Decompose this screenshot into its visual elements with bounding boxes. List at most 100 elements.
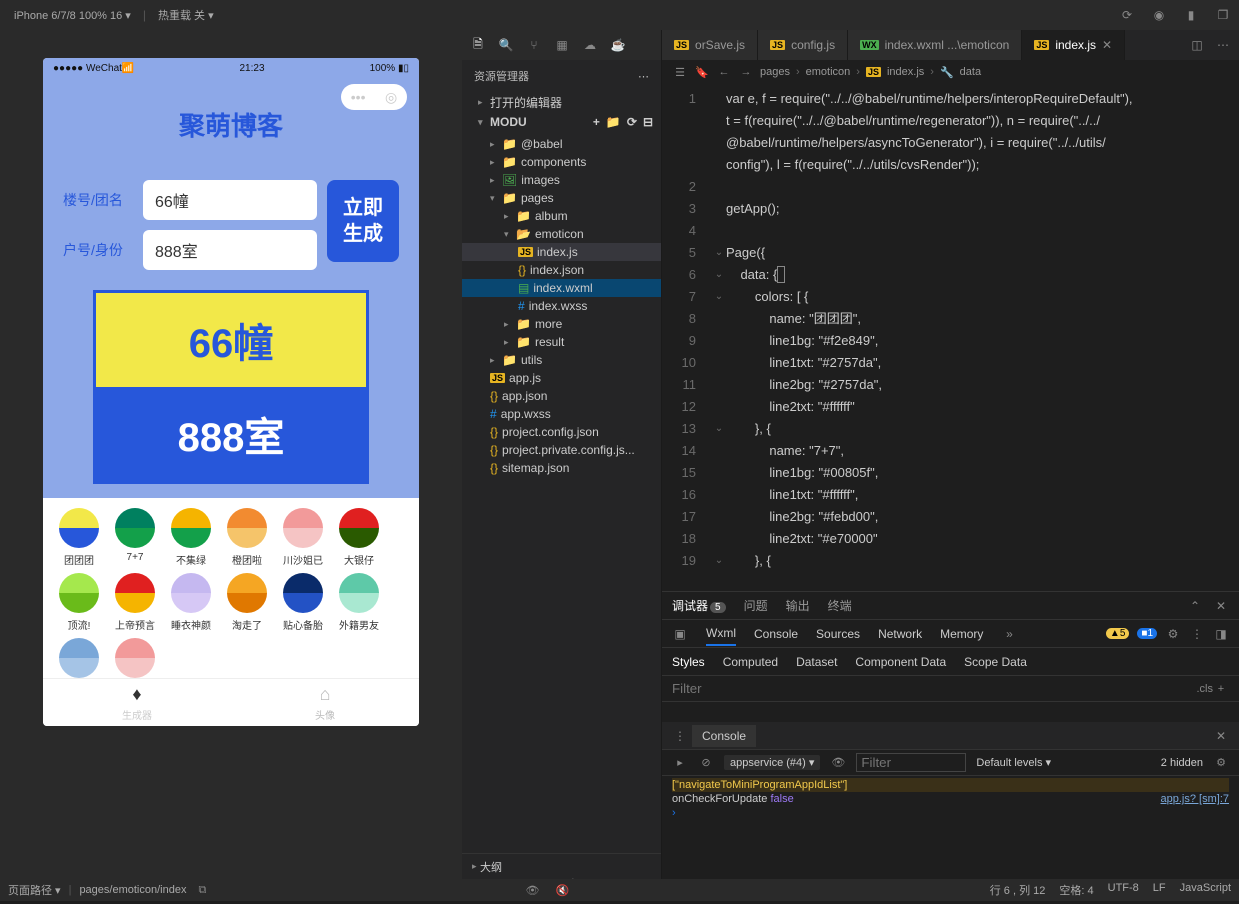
editor-tab[interactable]: JSconfig.js — [758, 30, 848, 60]
console-source-link[interactable]: app.js? [sm]:7 — [1161, 793, 1229, 805]
devtool-console[interactable]: Console — [754, 623, 798, 645]
tab-debugger[interactable]: 调试器5 — [672, 597, 726, 614]
devtool-network[interactable]: Network — [878, 623, 922, 645]
folder-images[interactable]: ▸🖼images — [462, 171, 661, 189]
refresh-icon[interactable]: ⟳ — [1119, 7, 1135, 23]
language-mode[interactable]: JavaScript — [1180, 882, 1231, 898]
device-selector[interactable]: iPhone 6/7/8 100% 16 ▾ — [8, 7, 137, 24]
code-editor[interactable]: 1var e, f = require("../../@babel/runtim… — [662, 84, 1239, 591]
folder-album[interactable]: ▸📁album — [462, 207, 661, 225]
palette-item[interactable]: 淘走了 — [225, 573, 269, 632]
tab-problems[interactable]: 问题 — [744, 597, 768, 614]
palette-item[interactable]: 外籍男友 — [337, 573, 381, 632]
copy-icon[interactable]: ⧉ — [194, 882, 210, 898]
tab-avatar[interactable]: ⌂头像 — [231, 679, 419, 726]
more-icon[interactable]: ⋯ — [638, 70, 649, 83]
styles-styles[interactable]: Styles — [672, 655, 705, 669]
play-icon[interactable]: ▸ — [672, 755, 688, 771]
palette-item[interactable]: 团团团 — [57, 508, 101, 567]
refresh-tree-icon[interactable]: ⟳ — [627, 115, 637, 129]
file-app-wxss[interactable]: #app.wxss — [462, 405, 661, 423]
devtool-sources[interactable]: Sources — [816, 623, 860, 645]
console-filter-input[interactable] — [856, 753, 966, 772]
panel-close-icon[interactable]: ✕ — [1213, 598, 1229, 614]
editor-tab[interactable]: JSorSave.js — [662, 30, 758, 60]
palette-item[interactable]: 贴心备胎 — [281, 573, 325, 632]
target-icon[interactable]: ◎ — [385, 89, 397, 106]
styles-compdata[interactable]: Component Data — [855, 655, 946, 669]
menu-dots-icon[interactable]: ••• — [351, 89, 366, 105]
panel-up-icon[interactable]: ⌃ — [1187, 598, 1203, 614]
palette-item[interactable]: 上帝预言 — [113, 573, 157, 632]
capsule-menu[interactable]: ••• ◎ — [341, 84, 407, 110]
room-input[interactable]: 888室 — [143, 230, 317, 270]
folder-pages[interactable]: ▾📁pages — [462, 189, 661, 207]
styles-scope[interactable]: Scope Data — [964, 655, 1027, 669]
tab-more-icon[interactable]: ⋯ — [1215, 37, 1231, 53]
context-selector[interactable]: appservice (#4) ▾ — [724, 755, 820, 770]
folder-babel[interactable]: ▸📁@babel — [462, 135, 661, 153]
palette-item[interactable]: 大银仔 — [337, 508, 381, 567]
record-icon[interactable]: ◉ — [1151, 7, 1167, 23]
branch-icon[interactable]: ⑂ — [526, 37, 542, 53]
toc-icon[interactable]: ☰ — [672, 64, 688, 80]
styles-filter-input[interactable] — [672, 681, 1197, 696]
file-project-private[interactable]: {}project.private.config.js... — [462, 441, 661, 459]
eye-status-icon[interactable]: 👁 — [524, 882, 540, 898]
folder-more[interactable]: ▸📁more — [462, 315, 661, 333]
file-index-json[interactable]: {}index.json — [462, 261, 661, 279]
palette-item[interactable]: 顶流! — [57, 573, 101, 632]
collapse-icon[interactable]: ⊟ — [643, 115, 653, 129]
styles-computed[interactable]: Computed — [723, 655, 778, 669]
new-folder-icon[interactable]: 📁 — [606, 115, 621, 129]
folder-components[interactable]: ▸📁components — [462, 153, 661, 171]
eol[interactable]: LF — [1153, 882, 1166, 898]
styles-dataset[interactable]: Dataset — [796, 655, 837, 669]
palette-item[interactable]: 不集绿 — [169, 508, 213, 567]
clear-icon[interactable]: ⊘ — [698, 755, 714, 771]
mute-icon[interactable]: 🔇 — [554, 882, 570, 898]
warn-count[interactable]: ▲5 — [1106, 628, 1129, 639]
devtool-more-icon[interactable]: » — [1001, 626, 1017, 642]
folder-emoticon[interactable]: ▾📂emoticon — [462, 225, 661, 243]
file-app-json[interactable]: {}app.json — [462, 387, 661, 405]
devtool-wxml[interactable]: Wxml — [706, 622, 736, 646]
folder-utils[interactable]: ▸📁utils — [462, 351, 661, 369]
add-class-icon[interactable]: + — [1213, 681, 1229, 697]
open-editors-section[interactable]: ▸打开的编辑器 — [462, 92, 661, 113]
cls-button[interactable]: .cls — [1197, 683, 1214, 695]
bookmark-icon[interactable]: 🔖 — [694, 64, 710, 80]
search-icon[interactable]: 🔍 — [498, 37, 514, 53]
console-close-icon[interactable]: ✕ — [1213, 728, 1229, 744]
log-level-selector[interactable]: Default levels ▾ — [976, 756, 1051, 769]
info-count[interactable]: ■1 — [1137, 628, 1157, 639]
outline-section[interactable]: ▸大纲 — [462, 853, 661, 879]
console-gear-icon[interactable]: ⚙ — [1213, 755, 1229, 771]
folder-result[interactable]: ▸📁result — [462, 333, 661, 351]
phone-icon[interactable]: ▮ — [1183, 7, 1199, 23]
building-input[interactable]: 66幢 — [143, 180, 317, 220]
editor-tab[interactable]: JSindex.js✕ — [1022, 30, 1125, 60]
file-index-wxss[interactable]: #index.wxss — [462, 297, 661, 315]
page-path[interactable]: pages/emoticon/index — [79, 884, 186, 896]
console-prompt[interactable]: › — [672, 806, 1229, 820]
cup-icon[interactable]: ☕ — [610, 37, 626, 53]
hot-reload-toggle[interactable]: 热重载 关 ▾ — [152, 5, 220, 25]
console-kebab-icon[interactable]: ⋮ — [672, 728, 688, 744]
eye-icon[interactable]: 👁 — [830, 755, 846, 771]
ext-icon[interactable]: ▦ — [554, 37, 570, 53]
hidden-count[interactable]: 2 hidden — [1161, 757, 1203, 769]
root-folder[interactable]: ▾MODU + 📁 ⟳ ⊟ — [462, 113, 661, 131]
windows-icon[interactable]: ❐ — [1215, 7, 1231, 23]
palette-item[interactable]: 睡衣神颜 — [169, 573, 213, 632]
page-path-label[interactable]: 页面路径 ▾ — [8, 882, 61, 898]
new-file-icon[interactable]: + — [593, 115, 600, 129]
devtool-memory[interactable]: Memory — [940, 623, 983, 645]
file-project-config[interactable]: {}project.config.json — [462, 423, 661, 441]
split-icon[interactable]: ◫ — [1189, 37, 1205, 53]
tab-output[interactable]: 输出 — [786, 597, 810, 614]
palette-item[interactable]: 川沙姐已 — [281, 508, 325, 567]
gear-icon[interactable]: ⚙ — [1165, 626, 1181, 642]
cloud-icon[interactable]: ☁ — [582, 37, 598, 53]
editor-tab[interactable]: WXindex.wxml ...\emoticon — [848, 30, 1022, 60]
